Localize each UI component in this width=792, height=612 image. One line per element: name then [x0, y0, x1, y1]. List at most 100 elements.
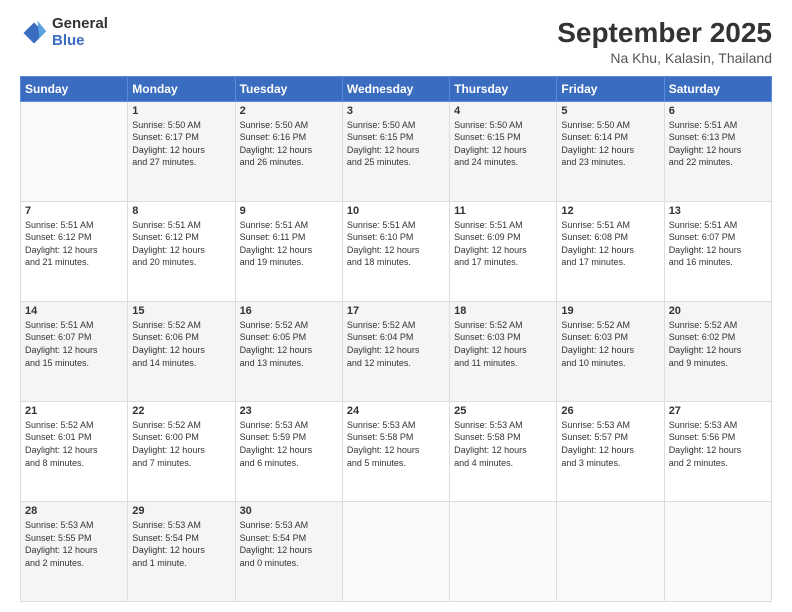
day-number: 20 [669, 305, 767, 317]
day-info: Sunrise: 5:51 AM Sunset: 6:12 PM Dayligh… [25, 219, 123, 269]
day-info: Sunrise: 5:52 AM Sunset: 6:06 PM Dayligh… [132, 319, 230, 369]
day-info: Sunrise: 5:51 AM Sunset: 6:10 PM Dayligh… [347, 219, 445, 269]
column-header-sunday: Sunday [21, 76, 128, 101]
day-info: Sunrise: 5:52 AM Sunset: 6:02 PM Dayligh… [669, 319, 767, 369]
day-number: 18 [454, 305, 552, 317]
calendar-cell [21, 101, 128, 201]
day-number: 29 [132, 505, 230, 517]
day-info: Sunrise: 5:51 AM Sunset: 6:09 PM Dayligh… [454, 219, 552, 269]
calendar-cell: 15 Sunrise: 5:52 AM Sunset: 6:06 PM Dayli… [128, 301, 235, 401]
calendar-week-5: 28 Sunrise: 5:53 AM Sunset: 5:55 PM Dayli… [21, 501, 772, 601]
day-info: Sunrise: 5:51 AM Sunset: 6:11 PM Dayligh… [240, 219, 338, 269]
day-info: Sunrise: 5:51 AM Sunset: 6:13 PM Dayligh… [669, 119, 767, 169]
calendar-cell: 25Sunrise: 5:53 AM Sunset: 5:58 PM Dayli… [450, 401, 557, 501]
day-number: 30 [240, 505, 338, 517]
day-number: 22 [132, 405, 230, 417]
day-info: Sunrise: 5:51 AM Sunset: 6:12 PM Dayligh… [132, 219, 230, 269]
calendar-cell: 13 Sunrise: 5:51 AM Sunset: 6:07 PM Dayli… [664, 201, 771, 301]
day-number: 19 [561, 305, 659, 317]
logo: General Blue [20, 16, 108, 49]
day-info: Sunrise: 5:52 AM Sunset: 6:05 PM Dayligh… [240, 319, 338, 369]
day-info: Sunrise: 5:51 AM Sunset: 6:07 PM Dayligh… [669, 219, 767, 269]
calendar-cell: 2 Sunrise: 5:50 AM Sunset: 6:16 PM Daylig… [235, 101, 342, 201]
day-info: Sunrise: 5:52 AM Sunset: 6:03 PM Dayligh… [561, 319, 659, 369]
calendar-cell: 9 Sunrise: 5:51 AM Sunset: 6:11 PM Daylig… [235, 201, 342, 301]
calendar-cell [450, 501, 557, 601]
day-info: Sunrise: 5:52 AM Sunset: 6:01 PM Dayligh… [25, 419, 123, 469]
calendar-cell: 23Sunrise: 5:53 AM Sunset: 5:59 PM Dayli… [235, 401, 342, 501]
logo-icon [20, 19, 48, 47]
calendar-cell: 16 Sunrise: 5:52 AM Sunset: 6:05 PM Dayli… [235, 301, 342, 401]
calendar-cell: 6 Sunrise: 5:51 AM Sunset: 6:13 PM Daylig… [664, 101, 771, 201]
day-number: 10 [347, 205, 445, 217]
subtitle: Na Khu, Kalasin, Thailand [557, 50, 772, 66]
day-info: Sunrise: 5:50 AM Sunset: 6:16 PM Dayligh… [240, 119, 338, 169]
calendar-cell: 3Sunrise: 5:50 AM Sunset: 6:15 PM Daylig… [342, 101, 449, 201]
day-info: Sunrise: 5:52 AM Sunset: 6:03 PM Dayligh… [454, 319, 552, 369]
day-number: 25 [454, 405, 552, 417]
page: General Blue September 2025 Na Khu, Kala… [0, 0, 792, 612]
day-number: 7 [25, 205, 123, 217]
column-header-friday: Friday [557, 76, 664, 101]
logo-general: General [52, 16, 108, 33]
calendar-cell: 22 Sunrise: 5:52 AM Sunset: 6:00 PM Dayli… [128, 401, 235, 501]
day-info: Sunrise: 5:50 AM Sunset: 6:14 PM Dayligh… [561, 119, 659, 169]
column-header-monday: Monday [128, 76, 235, 101]
day-info: Sunrise: 5:53 AM Sunset: 5:58 PM Dayligh… [347, 419, 445, 469]
day-number: 11 [454, 205, 552, 217]
calendar-cell [342, 501, 449, 601]
column-header-saturday: Saturday [664, 76, 771, 101]
calendar-cell: 30 Sunrise: 5:53 AM Sunset: 5:54 PM Dayli… [235, 501, 342, 601]
day-info: Sunrise: 5:50 AM Sunset: 6:15 PM Dayligh… [454, 119, 552, 169]
day-number: 23 [240, 405, 338, 417]
calendar-cell: 19 Sunrise: 5:52 AM Sunset: 6:03 PM Dayli… [557, 301, 664, 401]
day-number: 5 [561, 105, 659, 117]
day-number: 9 [240, 205, 338, 217]
logo-text: General Blue [52, 16, 108, 49]
day-info: Sunrise: 5:53 AM Sunset: 5:56 PM Dayligh… [669, 419, 767, 469]
day-number: 2 [240, 105, 338, 117]
day-number: 6 [669, 105, 767, 117]
calendar-cell: 24 Sunrise: 5:53 AM Sunset: 5:58 PM Dayli… [342, 401, 449, 501]
day-info: Sunrise: 5:50 AM Sunset: 6:17 PM Dayligh… [132, 119, 230, 169]
header-row: SundayMondayTuesdayWednesdayThursdayFrid… [21, 76, 772, 101]
calendar-week-2: 7 Sunrise: 5:51 AM Sunset: 6:12 PM Daylig… [21, 201, 772, 301]
day-info: Sunrise: 5:53 AM Sunset: 5:54 PM Dayligh… [240, 519, 338, 569]
day-number: 16 [240, 305, 338, 317]
day-number: 3 [347, 105, 445, 117]
column-header-wednesday: Wednesday [342, 76, 449, 101]
calendar-cell: 12 Sunrise: 5:51 AM Sunset: 6:08 PM Dayli… [557, 201, 664, 301]
calendar-cell: 10 Sunrise: 5:51 AM Sunset: 6:10 PM Dayli… [342, 201, 449, 301]
day-number: 12 [561, 205, 659, 217]
day-number: 15 [132, 305, 230, 317]
column-header-thursday: Thursday [450, 76, 557, 101]
calendar-cell: 8 Sunrise: 5:51 AM Sunset: 6:12 PM Daylig… [128, 201, 235, 301]
calendar-cell: 27Sunrise: 5:53 AM Sunset: 5:56 PM Dayli… [664, 401, 771, 501]
calendar-cell [557, 501, 664, 601]
column-header-tuesday: Tuesday [235, 76, 342, 101]
day-info: Sunrise: 5:51 AM Sunset: 6:08 PM Dayligh… [561, 219, 659, 269]
calendar-cell: 7 Sunrise: 5:51 AM Sunset: 6:12 PM Daylig… [21, 201, 128, 301]
header: General Blue September 2025 Na Khu, Kala… [20, 16, 772, 66]
calendar-cell: 29 Sunrise: 5:53 AM Sunset: 5:54 PM Dayli… [128, 501, 235, 601]
day-number: 17 [347, 305, 445, 317]
day-number: 28 [25, 505, 123, 517]
calendar-cell: 5 Sunrise: 5:50 AM Sunset: 6:14 PM Daylig… [557, 101, 664, 201]
logo-blue: Blue [52, 33, 108, 50]
calendar-cell: 11 Sunrise: 5:51 AM Sunset: 6:09 PM Dayli… [450, 201, 557, 301]
day-number: 4 [454, 105, 552, 117]
day-info: Sunrise: 5:52 AM Sunset: 6:00 PM Dayligh… [132, 419, 230, 469]
calendar-week-3: 14Sunrise: 5:51 AM Sunset: 6:07 PM Dayli… [21, 301, 772, 401]
day-number: 13 [669, 205, 767, 217]
day-info: Sunrise: 5:53 AM Sunset: 5:55 PM Dayligh… [25, 519, 123, 569]
day-number: 21 [25, 405, 123, 417]
calendar-cell: 1Sunrise: 5:50 AM Sunset: 6:17 PM Daylig… [128, 101, 235, 201]
day-number: 24 [347, 405, 445, 417]
calendar-cell: 26Sunrise: 5:53 AM Sunset: 5:57 PM Dayli… [557, 401, 664, 501]
day-info: Sunrise: 5:51 AM Sunset: 6:07 PM Dayligh… [25, 319, 123, 369]
day-info: Sunrise: 5:53 AM Sunset: 5:54 PM Dayligh… [132, 519, 230, 569]
calendar-cell [664, 501, 771, 601]
calendar-body: 1Sunrise: 5:50 AM Sunset: 6:17 PM Daylig… [21, 101, 772, 601]
calendar-cell: 14Sunrise: 5:51 AM Sunset: 6:07 PM Dayli… [21, 301, 128, 401]
day-number: 8 [132, 205, 230, 217]
